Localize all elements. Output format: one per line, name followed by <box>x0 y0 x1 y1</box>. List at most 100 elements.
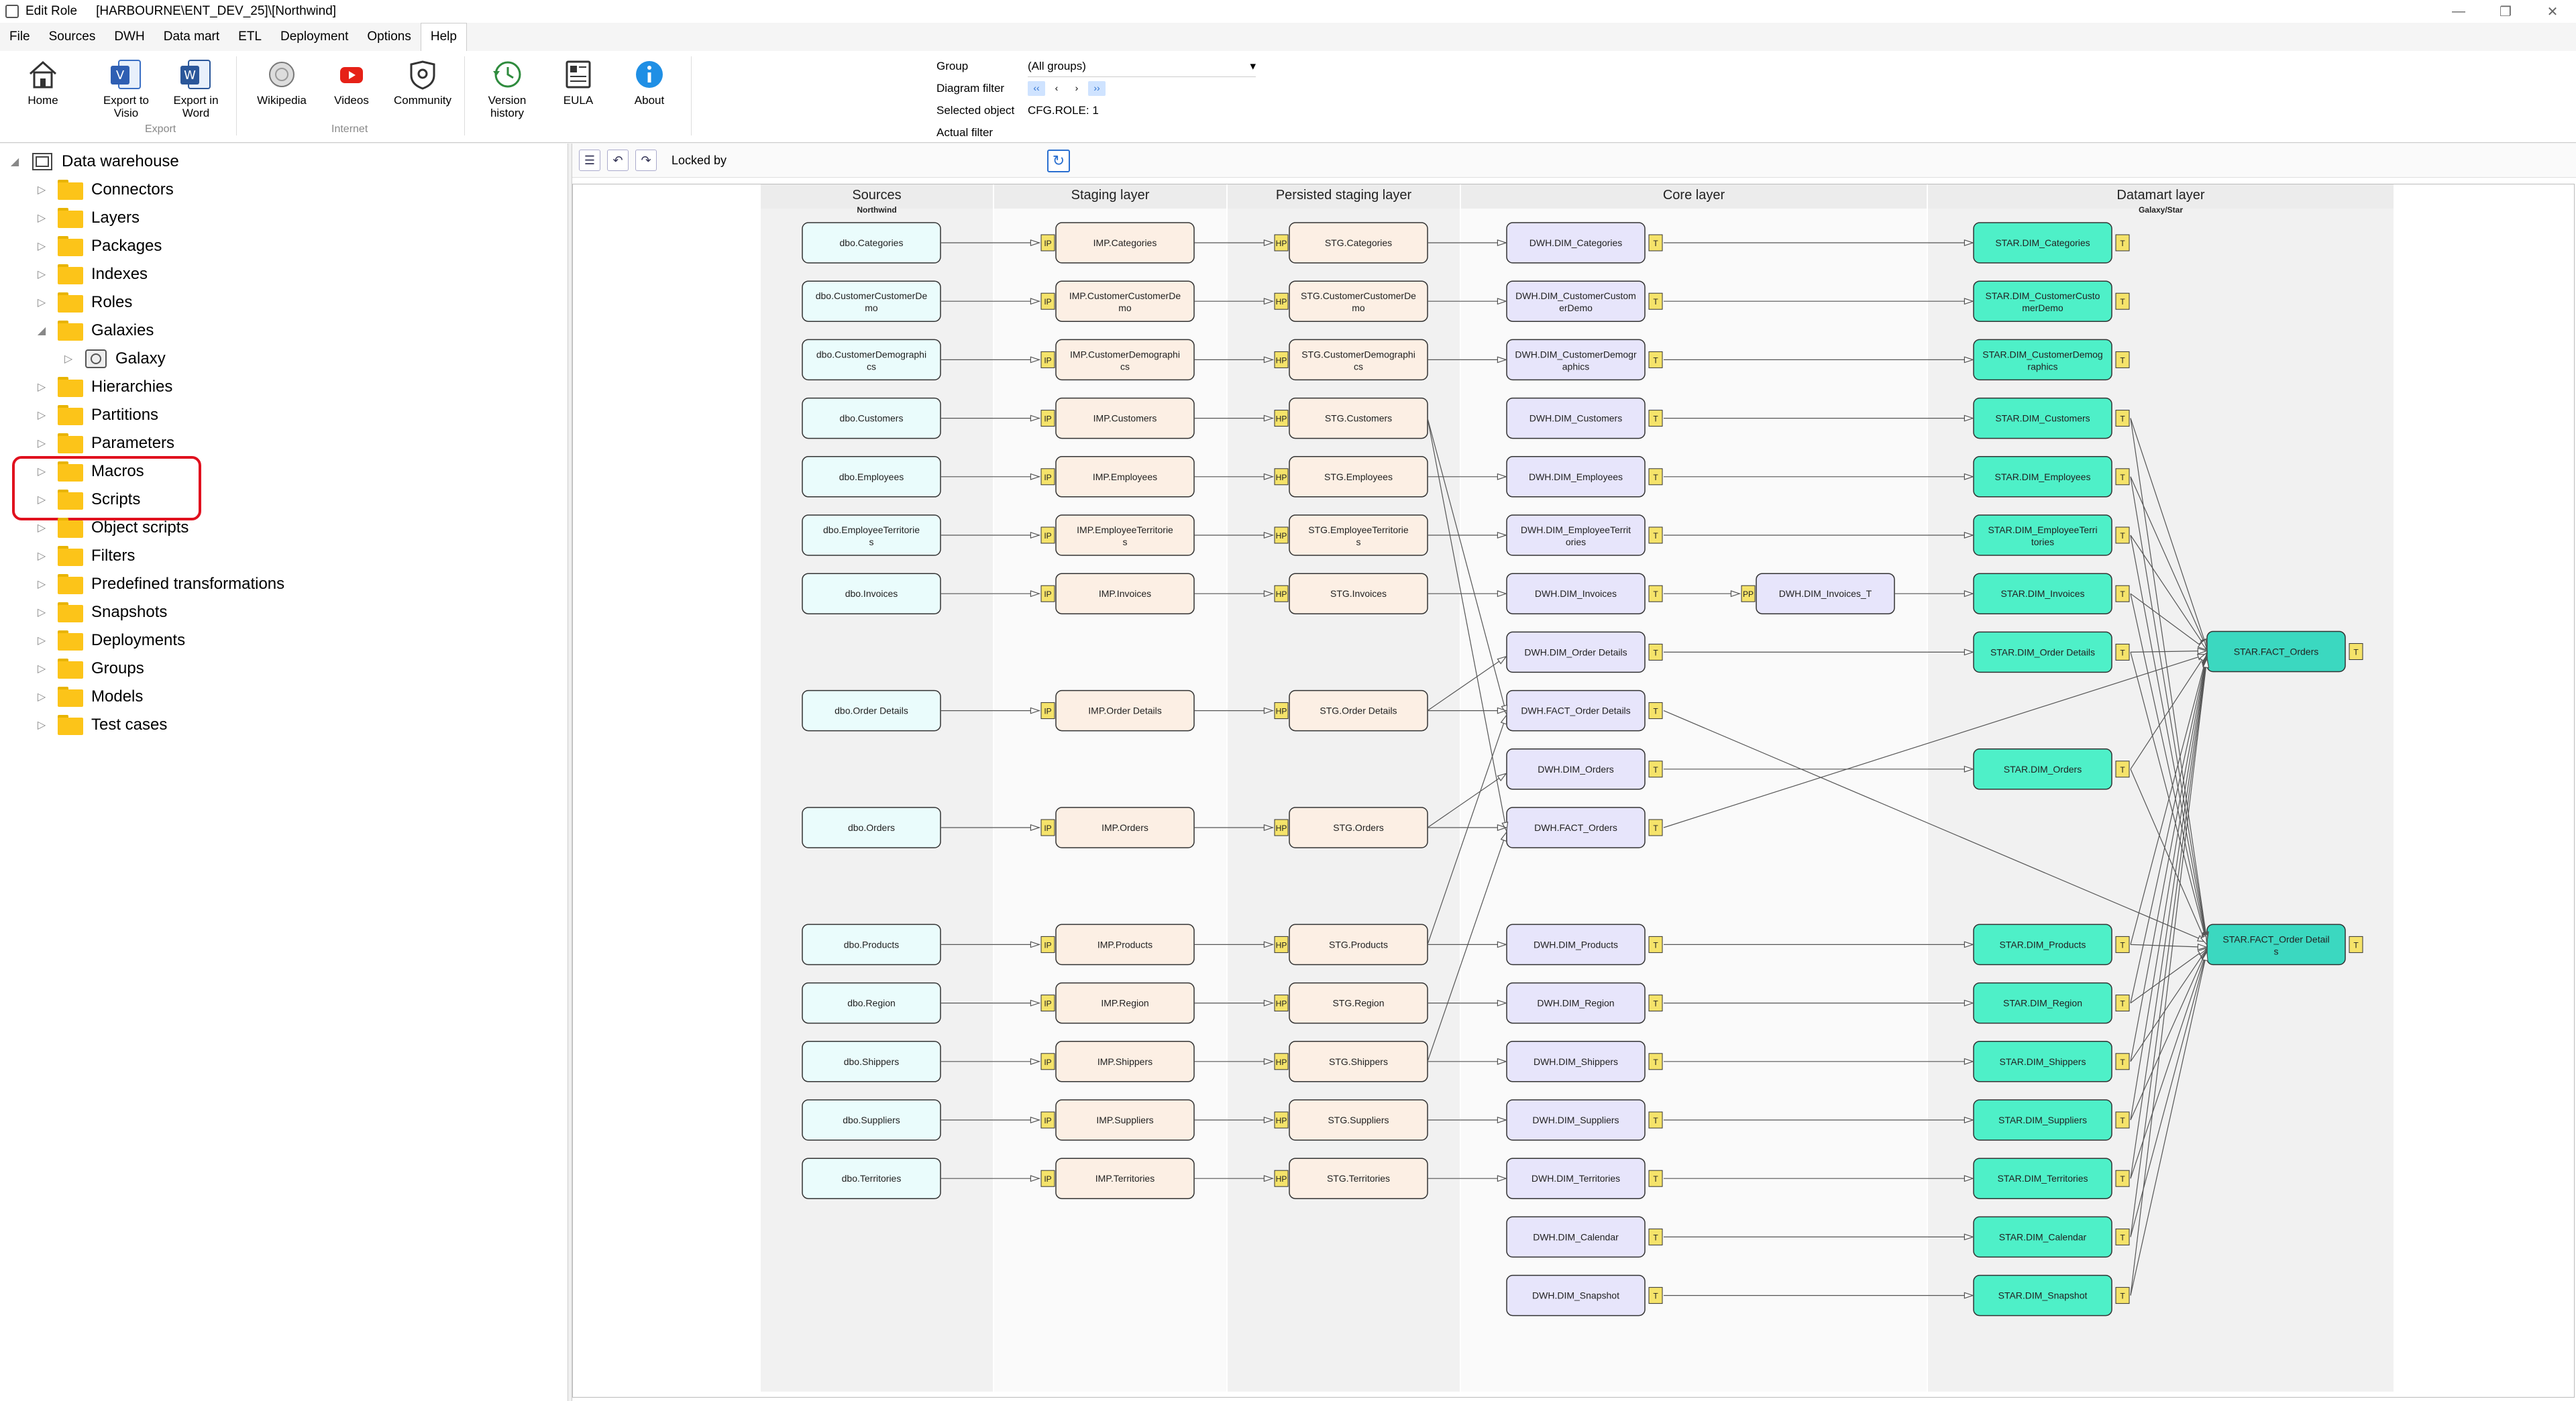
tree-item-label: Layers <box>91 209 140 227</box>
tree-item-label: Snapshots <box>91 603 168 621</box>
expand-arrow-icon[interactable]: ▷ <box>35 634 48 647</box>
first-icon[interactable]: ‹‹ <box>1028 80 1045 96</box>
tree-item-macros[interactable]: ▷ Macros <box>35 457 144 486</box>
menu-file[interactable]: File <box>0 23 40 51</box>
close-icon[interactable]: ✕ <box>2529 0 2576 23</box>
core-node-label: DWH.DIM_Calendar <box>1533 1231 1619 1242</box>
badge-label: T <box>2120 765 2125 775</box>
core-node-label: DWH.DIM_Order Details <box>1524 647 1627 657</box>
menu-deployment[interactable]: Deployment <box>271 23 358 51</box>
badge-label: IP <box>1044 999 1051 1009</box>
expand-arrow-icon[interactable]: ▷ <box>62 352 75 366</box>
menu-options[interactable]: Options <box>358 23 420 51</box>
next-icon[interactable]: › <box>1068 81 1085 96</box>
tree-item-packages[interactable]: ▷ Packages <box>35 232 162 260</box>
galaxy-icon <box>85 349 107 368</box>
redo-icon[interactable]: ↷ <box>635 150 657 171</box>
prev-icon[interactable]: ‹ <box>1048 81 1065 96</box>
export-visio-button[interactable]: V Export to Visio <box>94 58 158 119</box>
badge-label: HP <box>1276 1058 1287 1067</box>
layer-subtitle: Galaxy/Star <box>2139 205 2183 215</box>
home-button[interactable]: Home <box>11 58 75 107</box>
expand-arrow-icon[interactable]: ▷ <box>35 521 48 535</box>
staging-node-label: IMP.Territories <box>1095 1173 1155 1184</box>
tree-item-label: Parameters <box>91 434 175 452</box>
about-button[interactable]: About <box>617 58 682 107</box>
tree-item-scripts[interactable]: ▷ Scripts <box>35 486 140 514</box>
menu-help[interactable]: Help <box>420 23 467 51</box>
tree-item-indexes[interactable]: ▷ Indexes <box>35 260 148 288</box>
tree-item-models[interactable]: ▷ Models <box>35 683 143 711</box>
tree-item-partitions[interactable]: ▷ Partitions <box>35 401 158 429</box>
staging-node-label: mo <box>1118 302 1132 313</box>
expand-arrow-icon[interactable]: ▷ <box>35 577 48 591</box>
tree-item-galaxies[interactable]: ◢ Galaxies <box>35 317 154 345</box>
layout-icon[interactable]: ☰ <box>579 150 600 171</box>
badge-label: IP <box>1044 1116 1051 1125</box>
export-word-button[interactable]: W Export in Word <box>164 58 228 119</box>
menu-sources[interactable]: Sources <box>40 23 105 51</box>
tree-item-connectors[interactable]: ▷ Connectors <box>35 176 174 204</box>
wikipedia-button[interactable]: Wikipedia <box>250 58 314 107</box>
version-history-button[interactable]: Version history <box>475 58 539 119</box>
minimize-icon[interactable]: — <box>2435 0 2482 23</box>
menu-data-mart[interactable]: Data mart <box>154 23 229 51</box>
expand-arrow-icon[interactable]: ▷ <box>35 211 48 225</box>
eula-button[interactable]: EULA <box>546 58 610 107</box>
last-icon[interactable]: ›› <box>1088 80 1106 96</box>
menu-dwh[interactable]: DWH <box>105 23 154 51</box>
collapse-arrow-icon[interactable]: ◢ <box>8 155 21 168</box>
expand-arrow-icon[interactable]: ▷ <box>35 493 48 506</box>
folder-icon <box>58 264 83 284</box>
tree-item-groups[interactable]: ▷ Groups <box>35 655 144 683</box>
badge-label: T <box>1653 707 1658 716</box>
expand-arrow-icon[interactable]: ▷ <box>35 380 48 394</box>
expand-arrow-icon[interactable]: ▷ <box>35 690 48 704</box>
expand-arrow-icon[interactable]: ▷ <box>35 437 48 450</box>
collapse-arrow-icon[interactable]: ◢ <box>35 324 48 337</box>
tree-item-predefined-transformations[interactable]: ▷ Predefined transformations <box>35 570 284 598</box>
expand-arrow-icon[interactable]: ▷ <box>35 465 48 478</box>
info-icon <box>636 61 663 88</box>
datamart-node-label: STAR.DIM_Order Details <box>1990 647 2095 657</box>
folder-icon <box>58 321 83 341</box>
badge-label: T <box>1653 765 1658 775</box>
tree-item-hierarchies[interactable]: ▷ Hierarchies <box>35 373 172 401</box>
tree-item-roles[interactable]: ▷ Roles <box>35 288 132 317</box>
tree-item-layers[interactable]: ▷ Layers <box>35 204 140 232</box>
badge-label: HP <box>1276 1116 1287 1125</box>
tree-item-snapshots[interactable]: ▷ Snapshots <box>35 598 167 626</box>
community-button[interactable]: Community <box>390 58 455 107</box>
expand-arrow-icon[interactable]: ▷ <box>35 268 48 281</box>
tree-root[interactable]: ◢ Data warehouse <box>8 148 179 176</box>
badge-label: HP <box>1276 473 1287 482</box>
selected-object-value: CFG.ROLE: 1 <box>1028 104 1099 117</box>
expand-arrow-icon[interactable]: ▷ <box>35 662 48 675</box>
tree-item-galaxy[interactable]: ▷ Galaxy <box>62 345 166 373</box>
tree-item-deployments[interactable]: ▷ Deployments <box>35 626 185 655</box>
videos-button[interactable]: Videos <box>319 58 384 107</box>
refresh-icon[interactable]: ↻ <box>1047 150 1070 172</box>
expand-arrow-icon[interactable]: ▷ <box>35 606 48 619</box>
badge-label: T <box>2120 648 2125 657</box>
tree-item-parameters[interactable]: ▷ Parameters <box>35 429 174 457</box>
source-node <box>802 514 941 556</box>
expand-arrow-icon[interactable]: ▷ <box>35 408 48 422</box>
badge-label: IP <box>1044 239 1051 248</box>
expand-arrow-icon[interactable]: ▷ <box>35 296 48 309</box>
tree-item-test-cases[interactable]: ▷ Test cases <box>35 711 167 739</box>
undo-icon[interactable]: ↶ <box>607 150 629 171</box>
expand-arrow-icon[interactable]: ▷ <box>35 239 48 253</box>
menu-etl[interactable]: ETL <box>229 23 271 51</box>
group-select[interactable]: (All groups) ▾ <box>1028 55 1256 77</box>
core-node-label: DWH.DIM_Categories <box>1529 237 1622 248</box>
tree-item-object-scripts[interactable]: ▷ Object scripts <box>35 514 189 542</box>
expand-arrow-icon[interactable]: ▷ <box>35 549 48 563</box>
folder-icon <box>58 574 83 594</box>
tree-item-filters[interactable]: ▷ Filters <box>35 542 135 570</box>
badge-label: IP <box>1044 1058 1051 1067</box>
datamart-node-label: STAR.DIM_CustomerCusto <box>1986 290 2100 301</box>
maximize-icon[interactable]: ❐ <box>2482 0 2529 23</box>
expand-arrow-icon[interactable]: ▷ <box>35 718 48 732</box>
expand-arrow-icon[interactable]: ▷ <box>35 183 48 197</box>
